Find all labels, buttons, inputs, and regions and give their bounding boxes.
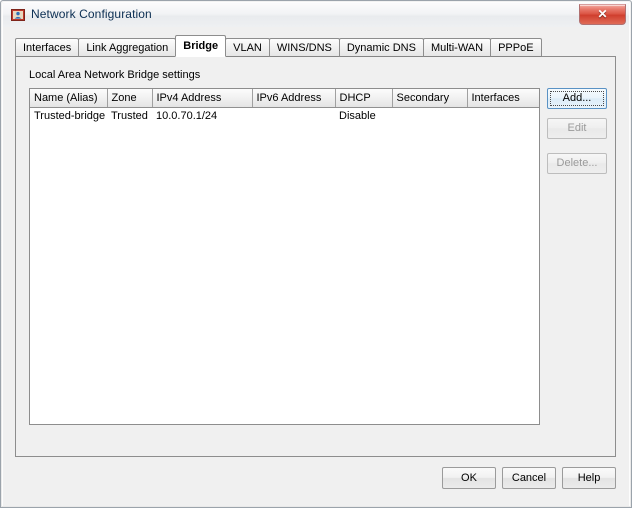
cell-ipv6-address bbox=[252, 107, 335, 124]
dialog-button-group: OK Cancel Help bbox=[436, 467, 616, 489]
edit-button: Edit bbox=[547, 118, 607, 139]
tab-pppoe[interactable]: PPPoE bbox=[490, 38, 542, 57]
ok-button[interactable]: OK bbox=[442, 467, 496, 489]
cell-ipv4-address: 10.0.70.1/24 bbox=[152, 107, 252, 124]
bridge-tab-panel: Local Area Network Bridge settings Name … bbox=[15, 56, 616, 457]
table-row[interactable]: Trusted-bridge Trusted 10.0.70.1/24 Disa… bbox=[30, 107, 539, 124]
tab-vlan[interactable]: VLAN bbox=[225, 38, 270, 57]
column-header-secondary[interactable]: Secondary bbox=[392, 89, 468, 108]
close-button[interactable]: ✕ bbox=[579, 4, 626, 25]
window-title: Network Configuration bbox=[31, 7, 152, 21]
table-header-row: Name (Alias) Zone IPv4 Address IPv6 Addr… bbox=[30, 89, 539, 108]
column-header-dhcp[interactable]: DHCP bbox=[335, 89, 393, 108]
column-header-name-alias[interactable]: Name (Alias) bbox=[30, 89, 108, 108]
close-icon: ✕ bbox=[597, 7, 608, 21]
column-header-ipv4-address[interactable]: IPv4 Address bbox=[152, 89, 253, 108]
column-header-ipv6-address[interactable]: IPv6 Address bbox=[252, 89, 336, 108]
cell-dhcp: Disable bbox=[335, 107, 392, 124]
help-button[interactable]: Help bbox=[562, 467, 616, 489]
tab-dynamic-dns[interactable]: Dynamic DNS bbox=[338, 38, 424, 57]
column-header-interfaces[interactable]: Interfaces bbox=[467, 89, 539, 108]
tab-multi-wan[interactable]: Multi-WAN bbox=[422, 38, 492, 57]
cell-zone: Trusted bbox=[107, 107, 152, 124]
network-config-icon bbox=[11, 8, 25, 22]
cancel-button[interactable]: Cancel bbox=[502, 467, 556, 489]
tab-interfaces[interactable]: Interfaces bbox=[15, 38, 80, 57]
title-bar[interactable]: Network Configuration ✕ bbox=[3, 3, 629, 28]
delete-button: Delete... bbox=[547, 153, 607, 174]
panel-caption: Local Area Network Bridge settings bbox=[29, 69, 201, 81]
column-header-zone[interactable]: Zone bbox=[107, 89, 153, 108]
bridge-table[interactable]: Name (Alias) Zone IPv4 Address IPv6 Addr… bbox=[29, 88, 540, 425]
cell-secondary bbox=[392, 107, 467, 124]
tab-wins-dns[interactable]: WINS/DNS bbox=[268, 38, 340, 57]
client-area: Interfaces Link Aggregation Bridge VLAN WINS… bbox=[3, 27, 629, 506]
side-button-group: Add... Edit Delete... bbox=[547, 88, 607, 174]
tab-bridge[interactable]: Bridge bbox=[175, 35, 227, 57]
window-frame: Network Configuration ✕ Interfaces Link A… bbox=[0, 0, 632, 508]
tab-strip: Interfaces Link Aggregation Bridge VLAN WINS… bbox=[15, 35, 542, 57]
cell-name-alias: Trusted-bridge bbox=[30, 107, 107, 124]
add-button[interactable]: Add... bbox=[547, 88, 607, 109]
tab-link-aggregation[interactable]: Link Aggregation bbox=[78, 38, 177, 57]
cell-interfaces bbox=[467, 107, 539, 124]
